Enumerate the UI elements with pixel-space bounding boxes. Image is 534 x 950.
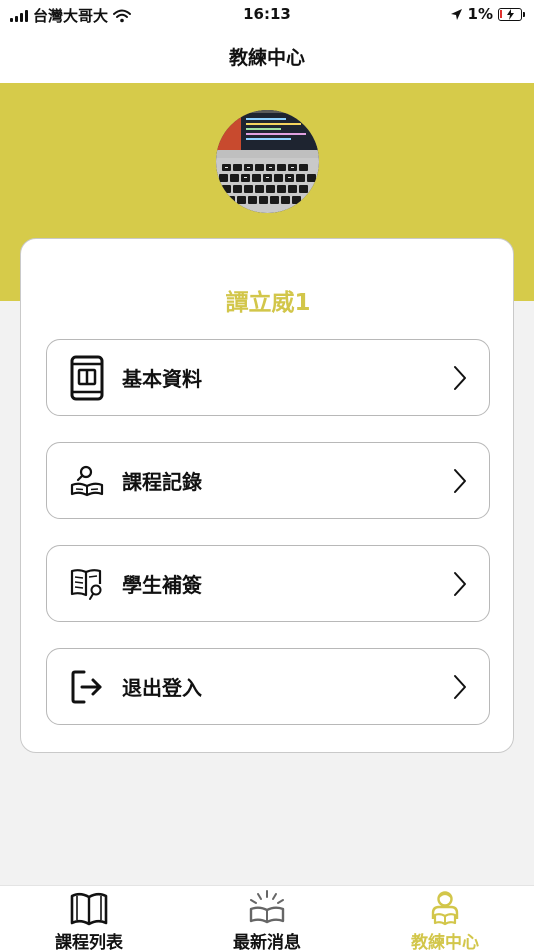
menu-label: 基本資料 (122, 367, 202, 391)
tab-news[interactable]: 最新消息 (178, 886, 356, 950)
nav-bar: 教練中心 (0, 30, 534, 83)
avatar[interactable] (216, 110, 319, 213)
status-right: 1% (450, 5, 525, 23)
book-search-icon (69, 458, 105, 504)
book-pen-icon (69, 561, 105, 607)
coach-icon (431, 891, 459, 926)
tab-label: 最新消息 (233, 933, 301, 950)
id-card-icon (69, 355, 105, 401)
menu-course-records[interactable]: 課程記錄 (46, 442, 490, 519)
chevron-right-icon (454, 468, 466, 493)
logout-icon (69, 664, 105, 710)
chevron-right-icon (454, 674, 466, 699)
menu-basic-info[interactable]: 基本資料 (46, 339, 490, 416)
coach-name: 譚立威1 (225, 290, 311, 316)
menu-logout[interactable]: 退出登入 (46, 648, 490, 725)
location-arrow-icon (450, 8, 462, 20)
tab-label: 教練中心 (411, 933, 479, 950)
open-book-icon (70, 892, 108, 926)
tab-coach-center[interactable]: 教練中心 (356, 886, 534, 950)
news-book-icon (249, 890, 285, 924)
menu-label: 學生補簽 (122, 573, 202, 597)
battery-icon (498, 7, 525, 21)
chevron-right-icon (454, 571, 466, 596)
page-title: 教練中心 (228, 47, 305, 69)
menu-label: 退出登入 (122, 676, 202, 700)
battery-percent: 1% (467, 5, 493, 23)
menu-student-signin[interactable]: 學生補簽 (46, 545, 490, 622)
menu-label: 課程記錄 (122, 470, 202, 494)
profile-card: 譚立威1 基本資料 課程記錄 學生補簽 退出登入 (20, 238, 514, 753)
tab-bar: 課程列表 最新消息 教練中心 (0, 885, 534, 950)
status-bar: 台灣大哥大 16:13 1% (0, 0, 534, 30)
tab-label: 課程列表 (55, 933, 123, 950)
tab-course-list[interactable]: 課程列表 (0, 886, 178, 950)
chevron-right-icon (454, 365, 466, 390)
